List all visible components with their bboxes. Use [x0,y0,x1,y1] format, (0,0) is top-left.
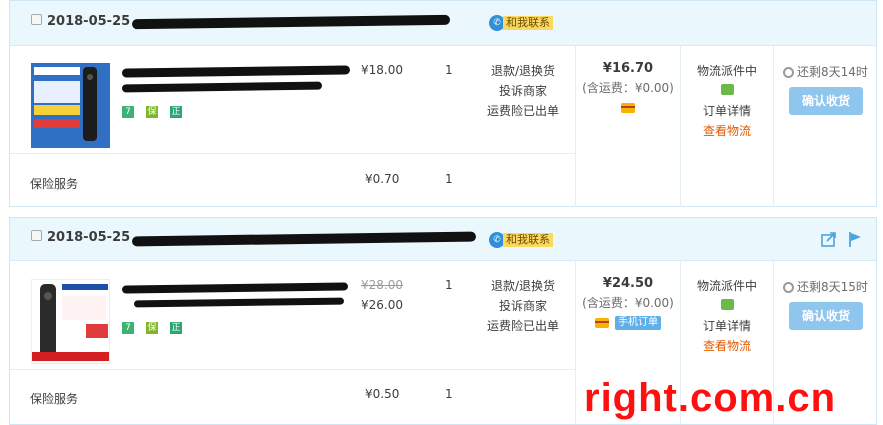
quantity: 1 [445,63,453,77]
clock-icon [783,67,794,78]
order-detail-link[interactable]: 订单详情 [681,316,773,336]
order-detail-link[interactable]: 订单详情 [681,101,773,121]
insurance-service-label: 保险服务 [30,177,79,191]
product-thumbnail[interactable] [31,279,110,364]
refund-link[interactable]: 退款/退换货 [480,61,566,81]
order-status: 物流派件中 订单详情 查看物流 [681,276,773,356]
guarantee-icon: 保 [146,106,158,118]
chat-icon[interactable] [720,299,734,310]
insurance-price: ¥0.50 [365,387,400,401]
credit-card-icon [621,102,635,113]
flag-icon[interactable] [846,230,864,248]
redacted-product-subtitle [133,297,345,308]
logistics-status: 物流派件中 [696,279,757,293]
divider [10,369,575,370]
redacted-product-subtitle [121,81,323,93]
genuine-icon: 正 [170,322,182,334]
order-total: ¥16.70 (含运费：¥0.00) [576,61,680,114]
redacted-product-title [121,65,351,78]
clock-icon [783,282,794,293]
quantity: 1 [445,278,453,292]
order-date: 2018-05-25 [47,14,131,29]
order-header: 2018-05-25 ✆ 和我联系 [10,1,876,46]
view-logistics-link[interactable]: 查看物流 [681,336,773,356]
shipping-insurance-status: 运费险已出单 [486,319,559,333]
confirm-receipt-button[interactable]: 确认收货 [789,87,863,115]
divider [10,153,575,154]
redacted-product-title [121,282,349,294]
after-sale-actions: 退款/退换货 投诉商家 运费险已出单 [480,276,566,336]
order-total: ¥24.50 (含运费：¥0.00) 手机订单 [576,276,680,330]
confirm-receipt-button[interactable]: 确认收货 [789,302,863,330]
site-watermark: right.com.cn [584,376,837,420]
guarantee-icon: 保 [146,322,158,334]
auto-confirm-countdown: 还剩8天15时 [783,278,868,295]
redacted-order-number [131,231,477,247]
order-select-checkbox[interactable] [31,230,42,241]
order-card-1: 2018-05-25 ✆ 和我联系 7 保 正 ¥18.00 1 退款/退换货 … [9,0,877,207]
seven-day-return-icon: 7 [122,106,134,118]
product-image [31,63,110,148]
share-icon[interactable] [820,230,838,248]
total-amount: ¥24.50 [602,276,654,291]
complain-link[interactable]: 投诉商家 [480,81,566,101]
divider [773,45,774,207]
order-header: 2018-05-25 ✆ 和我联系 [10,218,876,261]
shipping-insurance-status: 运费险已出单 [486,104,559,118]
refund-link[interactable]: 退款/退换货 [480,276,566,296]
unit-price: ¥18.00 [361,63,403,77]
insurance-service-label: 保险服务 [30,392,79,406]
insurance-quantity: 1 [445,172,453,186]
redacted-order-number [131,14,451,30]
view-logistics-link[interactable]: 查看物流 [681,121,773,141]
logistics-status: 物流派件中 [696,64,757,78]
seven-day-return-icon: 7 [122,322,134,334]
unit-price: ¥26.00 [361,298,403,312]
order-status: 物流派件中 订单详情 查看物流 [681,61,773,141]
complain-link[interactable]: 投诉商家 [480,296,566,316]
product-thumbnail[interactable] [31,63,110,148]
shipping-note: (含运费：¥0.00) [582,296,674,310]
total-amount: ¥16.70 [602,61,654,76]
order-date: 2018-05-25 [47,230,131,245]
after-sale-actions: 退款/退换货 投诉商家 运费险已出单 [480,61,566,121]
original-price: ¥28.00 [361,278,403,292]
credit-card-icon [595,317,609,328]
auto-confirm-countdown: 还剩8天14时 [783,63,868,80]
genuine-icon: 正 [170,106,182,118]
shipping-note: (含运费：¥0.00) [582,81,674,95]
insurance-price: ¥0.70 [365,172,400,186]
order-select-checkbox[interactable] [31,14,42,25]
product-image [32,280,109,363]
chat-icon[interactable] [720,84,734,95]
mobile-order-badge: 手机订单 [615,315,661,330]
insurance-quantity: 1 [445,387,453,401]
